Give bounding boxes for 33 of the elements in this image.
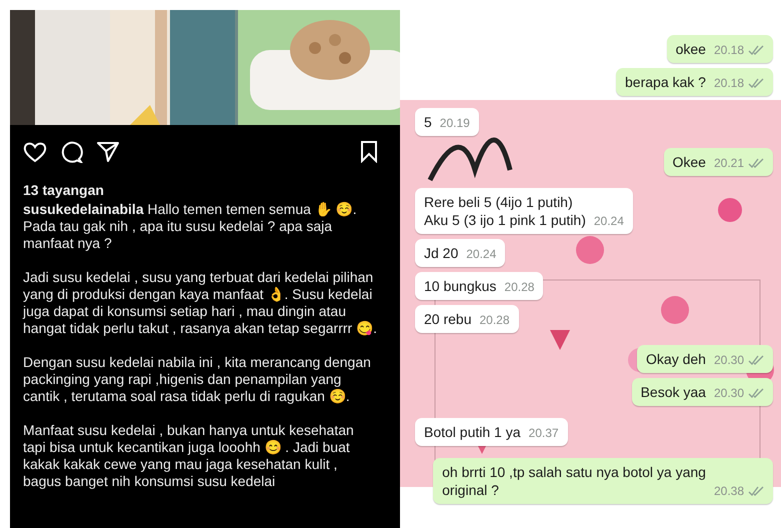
message-time: 20.30 bbox=[714, 385, 744, 401]
message-time: 20.18 bbox=[714, 75, 744, 91]
message-time: 20.28 bbox=[504, 279, 534, 295]
message-time: 20.18 bbox=[714, 42, 744, 58]
caption-paragraph: Dengan susu kedelai nabila ini , kita merancang dengan packinging yang rapi ,higenis dan penampilan yang cantik , terutama soal rasa tidak perlu di ragukan ☺. bbox=[23, 354, 372, 405]
message-text: berapa kak ? bbox=[625, 73, 706, 91]
message-text: okee bbox=[676, 40, 706, 58]
message-text: Botol putih 1 ya bbox=[424, 423, 521, 441]
message-time: 20.24 bbox=[594, 213, 624, 229]
heart-icon[interactable] bbox=[23, 140, 47, 162]
message-text: Okee bbox=[672, 153, 706, 171]
message-text: 20 rebu bbox=[424, 310, 472, 328]
send-icon[interactable] bbox=[97, 140, 119, 162]
message-text: Okay deh bbox=[646, 350, 706, 368]
caption-paragraph: Jadi susu kedelai , susu yang terbuat dari kedelai pilihan yang di produksi dengan kaya manfaat 👌. Susu kedelai juga dapat di konsumsi setiap hari , mau dingin atau hangat tidak perlu takut , rasanya akan tetap segarrrr 😋. bbox=[23, 269, 378, 337]
message-text: 10 bungkus bbox=[424, 277, 496, 295]
message-text: Besok yaa bbox=[640, 383, 706, 401]
message-text: Jd 20 bbox=[424, 244, 458, 262]
message-text: Rere beli 5 (4ijo 1 putih) Aku 5 (3 ijo 1 pink 1 putih) bbox=[424, 193, 586, 229]
message-time: 20.30 bbox=[714, 352, 744, 368]
caption-paragraph: susukedelainabila Hallo temen temen semua ✋ ☺. Pada tau gak nih , apa itu susu kedelai ? apa saja manfaat nya ? bbox=[23, 201, 358, 252]
message-time: 20.37 bbox=[528, 425, 559, 441]
comment-icon[interactable] bbox=[61, 140, 83, 162]
view-count: 13 tayangan bbox=[23, 181, 105, 199]
message-time: 20.24 bbox=[466, 246, 496, 262]
message-text: oh brrti 10 ,tp salah satu nya botol ya yang original ? bbox=[442, 463, 706, 499]
message-text: 5 bbox=[424, 113, 432, 131]
message-time: 20.28 bbox=[479, 312, 510, 328]
message-time: 20.21 bbox=[714, 155, 744, 171]
bookmark-icon[interactable] bbox=[360, 140, 378, 162]
caption-paragraph: Manfaat susu kedelai , bukan hanya untuk kesehatan tapi bisa untuk kecantikan juga looohh 😊 . Jadi buat kakak kakak cewe yang mau jaga kesehatan kulit , bagus banget nih konsumsi susu kedelai bbox=[23, 422, 355, 490]
message-time: 20.19 bbox=[440, 115, 470, 131]
message-time: 20.38 bbox=[714, 483, 744, 499]
